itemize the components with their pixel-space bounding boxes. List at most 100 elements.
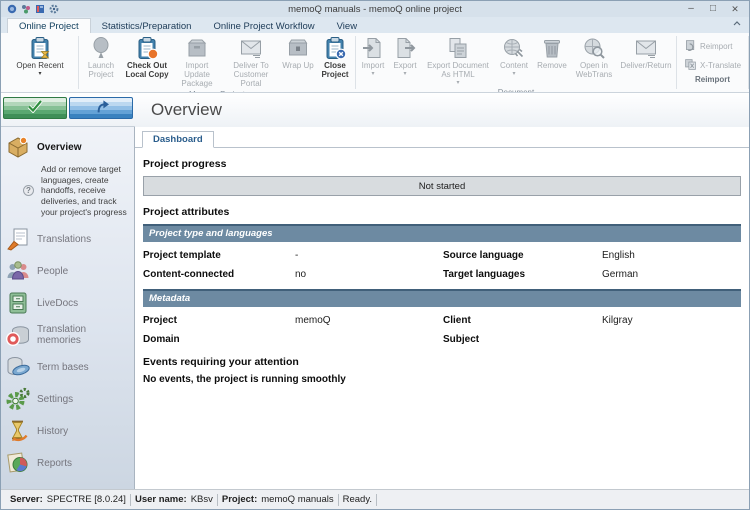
globe-magnifier-icon	[582, 36, 606, 60]
ribbon: Open Recent Launch Project Check Out Loc…	[1, 33, 749, 93]
status-user: User name: KBsv	[131, 494, 217, 505]
history-hourglass-icon	[5, 418, 31, 444]
status-bar: Server: SPECTRE [8.0.24] User name: KBsv…	[1, 489, 749, 509]
check-out-local-copy-button[interactable]: Check Out Local Copy	[122, 35, 172, 80]
livedocs-cabinet-icon	[5, 290, 31, 316]
content-tab-strip: Dashboard	[135, 127, 749, 148]
attr-label: Project	[143, 315, 295, 326]
sidebar-item-history[interactable]: History	[1, 415, 134, 447]
content-button[interactable]: Content	[495, 35, 533, 79]
tab-online-project-workflow[interactable]: Online Project Workflow	[202, 19, 325, 33]
attr-value: no	[295, 269, 443, 280]
open-in-webtrans-button[interactable]: Open in WebTrans	[571, 35, 617, 80]
blue-curved-arrow-icon	[92, 98, 110, 119]
attr-label: Target languages	[443, 269, 602, 280]
content-globe-icon	[502, 36, 526, 60]
attributes-grid: Project memoQ Client Kilgray Domain Subj…	[143, 307, 741, 354]
sidebar-item-translation-memories[interactable]: Translation memories	[1, 319, 134, 351]
settings-gear-icon	[5, 386, 31, 412]
sidebar-item-overview[interactable]: Overview	[1, 131, 134, 163]
attr-label: Domain	[143, 334, 295, 345]
tab-dashboard[interactable]: Dashboard	[142, 131, 214, 148]
group-label: Reimport	[678, 75, 747, 86]
sidebar-item-term-bases[interactable]: Term bases	[1, 351, 134, 383]
tab-view[interactable]: View	[326, 19, 368, 33]
attr-value: -	[295, 250, 443, 261]
attr-value: German	[602, 269, 741, 280]
attr-label: Project template	[143, 250, 295, 261]
tab-statistics-preparation[interactable]: Statistics/Preparation	[91, 19, 203, 33]
attributes-grid: Project template - Source language Engli…	[143, 242, 741, 289]
translation-memories-icon	[5, 322, 31, 348]
attr-value	[602, 334, 741, 345]
term-bases-icon	[5, 354, 31, 380]
ribbon-separator	[78, 36, 79, 89]
help-icon[interactable]	[23, 185, 34, 196]
clipboard-recent-icon	[28, 36, 52, 60]
reimport-page-icon	[684, 39, 697, 54]
export-button[interactable]: Export	[389, 35, 421, 79]
wrap-up-button[interactable]: Wrap Up	[280, 35, 316, 71]
clipboard-checkout-icon	[135, 36, 159, 60]
return-arrow-button[interactable]	[69, 97, 133, 119]
confirm-button[interactable]	[3, 97, 67, 119]
ribbon-separator	[748, 36, 749, 89]
document-export-icon	[393, 36, 417, 60]
attr-value: English	[602, 250, 741, 261]
status-ready: Ready.	[339, 494, 376, 505]
balloon-icon	[89, 36, 113, 60]
attr-value: Kilgray	[602, 315, 741, 326]
deliver-return-button[interactable]: Deliver/Return	[617, 35, 675, 71]
launch-project-button[interactable]: Launch Project	[80, 35, 122, 80]
envelope-icon	[239, 36, 263, 60]
tab-online-project[interactable]: Online Project	[7, 18, 91, 33]
project-progress-heading: Project progress	[143, 158, 741, 170]
deliver-to-customer-portal-button[interactable]: Deliver To Customer Portal	[222, 35, 280, 90]
envelope-icon	[634, 36, 658, 60]
sidebar-item-people[interactable]: People	[1, 255, 134, 287]
sidebar-item-translations[interactable]: Translations	[1, 223, 134, 255]
ribbon-group-open-recent: Open Recent	[3, 33, 77, 92]
sidebar-item-settings[interactable]: Settings	[1, 383, 134, 415]
status-separator	[376, 494, 377, 506]
app-window: memoQ manuals - memoQ online project Onl…	[0, 0, 750, 510]
sidebar-item-reports[interactable]: Reports	[1, 447, 134, 479]
attr-value	[295, 334, 443, 345]
reimport-button[interactable]: Reimport	[680, 37, 745, 56]
import-button[interactable]: Import	[357, 35, 389, 79]
resources-icon[interactable]	[35, 4, 45, 14]
memoq-logo-icon[interactable]	[7, 4, 17, 14]
open-recent-button[interactable]: Open Recent	[3, 35, 77, 79]
document-import-icon	[361, 36, 385, 60]
window-title: memoQ manuals - memoQ online project	[1, 4, 749, 15]
x-translate-button[interactable]: X-Translate	[680, 56, 745, 75]
progress-status-text: Not started	[419, 181, 465, 192]
events-message: No events, the project is running smooth…	[143, 374, 741, 385]
minimize-button[interactable]	[681, 2, 701, 16]
status-server: Server: SPECTRE [8.0.24]	[6, 494, 130, 505]
close-project-button[interactable]: Close Project	[316, 35, 354, 80]
translations-icon	[5, 226, 31, 252]
sidebar-item-livedocs[interactable]: LiveDocs	[1, 287, 134, 319]
export-document-as-html-button[interactable]: Export Document As HTML	[421, 35, 495, 88]
server-admin-icon[interactable]	[49, 4, 59, 14]
options-icon[interactable]	[21, 4, 31, 14]
remove-button[interactable]: Remove	[533, 35, 571, 71]
import-update-package-button[interactable]: Import Update Package	[172, 35, 222, 90]
collapse-ribbon-icon[interactable]	[733, 13, 741, 31]
green-check-icon	[26, 99, 44, 118]
maximize-button[interactable]	[703, 2, 723, 16]
attr-label: Content-connected	[143, 269, 295, 280]
project-progress-bar: Not started	[143, 176, 741, 196]
overview-description: Add or remove target languages, create h…	[1, 163, 134, 223]
attr-value: memoQ	[295, 315, 443, 326]
trash-icon	[540, 36, 564, 60]
attr-label: Subject	[443, 334, 602, 345]
overview-box-icon	[5, 134, 31, 160]
clipboard-close-icon	[323, 36, 347, 60]
ribbon-group-document: Import Export Export Document As HTML Co…	[357, 33, 675, 92]
ribbon-group-reimport: Reimport X-Translate Reimport	[678, 33, 747, 92]
attr-label: Client	[443, 315, 602, 326]
group-label	[3, 90, 77, 92]
status-project: Project: memoQ manuals	[218, 494, 338, 505]
